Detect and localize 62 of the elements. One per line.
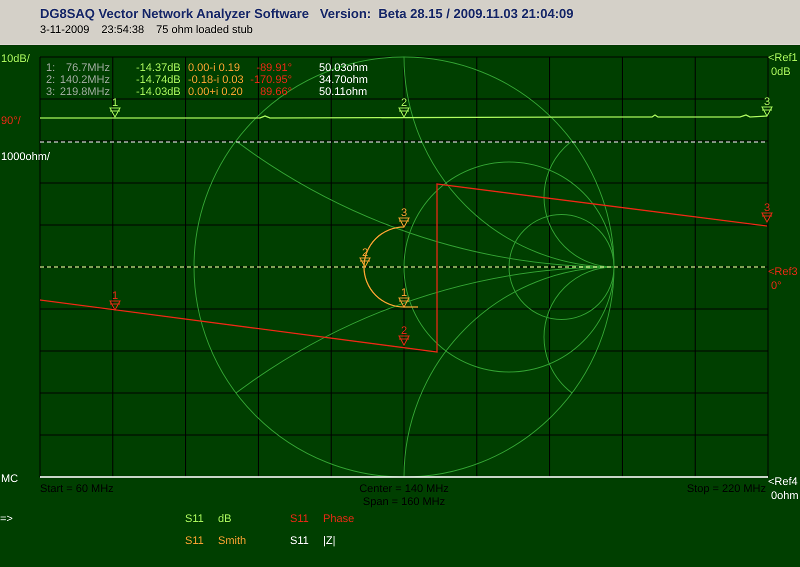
legend-format: dB (218, 513, 232, 525)
readout-impedance: 50.03ohm (319, 62, 368, 74)
scale-label: 10dB/ (1, 53, 30, 65)
marker-triangle-icon (398, 108, 410, 118)
reference-value: 0° (771, 280, 782, 292)
legend-parameter: S11 (290, 535, 310, 547)
readout-phase: -89.91° (256, 62, 292, 74)
scale-label: 90°/ (1, 115, 21, 127)
legend-parameter: S11 (185, 535, 205, 547)
center-frequency: Center = 140 MHz (359, 483, 449, 495)
marker-number: 3 (764, 202, 770, 214)
legend-format: Phase (323, 513, 356, 525)
scale-label: MC (1, 473, 18, 485)
marker-triangle-icon (762, 106, 773, 116)
readout-marker: 1: (46, 62, 56, 74)
reference-name: <Ref4 (768, 476, 798, 488)
marker-number: 3 (764, 96, 770, 108)
readout-db: -14.37dB (136, 62, 181, 74)
window-title: DG8SAQ Vector Network Analyzer Software Version: Beta 28.15 / 2009.11.03 21:04:09 (40, 6, 574, 21)
marker-triangle-icon (398, 336, 410, 346)
reference-name: <Ref3 (768, 266, 798, 278)
readout-frequency: 76.7MHz (66, 62, 110, 74)
marker-number: 1 (112, 97, 118, 109)
readout-complex: 0.00+i 0.20 (188, 86, 243, 98)
marker-triangle-icon (398, 218, 410, 228)
readout-db: -14.03dB (136, 86, 181, 98)
readout-impedance: 34.70ohm (319, 74, 368, 86)
measurement-time: 23:54:38 (101, 24, 144, 36)
legend-format: |Z| (323, 535, 336, 547)
span-frequency: Span = 160 MHz (362, 496, 446, 508)
scale-label: 1000ohm/ (1, 151, 50, 163)
reference-name: <Ref1 (768, 52, 798, 64)
reference-value: 0dB (771, 66, 791, 78)
readout-marker: 2: (46, 74, 56, 86)
readout-phase: 89.66° (260, 86, 292, 98)
legend-parameter: S11 (185, 513, 205, 525)
readout-db: -14.74dB (136, 74, 181, 86)
marker-triangle-icon (360, 258, 371, 268)
stop-frequency: Stop = 220 MHz (686, 483, 766, 495)
legend-parameter: S11 (290, 513, 310, 525)
marker-triangle-icon (762, 212, 773, 222)
readout-complex: -0.18-i 0.03 (188, 74, 244, 86)
marker-number: 1 (400, 287, 408, 299)
start-frequency: Start = 60 MHz (40, 483, 114, 495)
readout-phase: -170.95° (250, 74, 292, 86)
measurement-description: 75 ohm loaded stub (156, 24, 253, 36)
readout-marker: 3: (46, 86, 56, 98)
readout-complex: 0.00-i 0.19 (188, 62, 240, 74)
marker-triangle-icon (398, 298, 410, 308)
marker-triangle-icon (110, 108, 121, 118)
marker-number: 2 (400, 325, 408, 337)
marker-number: 2 (400, 97, 408, 109)
marker-number: 3 (400, 207, 408, 219)
marker-number: 1 (112, 290, 118, 302)
readout-impedance: 50.11ohm (319, 86, 368, 98)
readout-frequency: 219.8MHz (60, 86, 110, 98)
readout-frequency: 140.2MHz (60, 74, 110, 86)
legend-format: Smith (218, 535, 248, 547)
reference-value: 0ohm (771, 490, 799, 502)
marker-triangle-icon (110, 300, 121, 310)
pointer-arrow: => (0, 513, 14, 525)
measurement-date: 3-11-2009 (40, 24, 90, 36)
